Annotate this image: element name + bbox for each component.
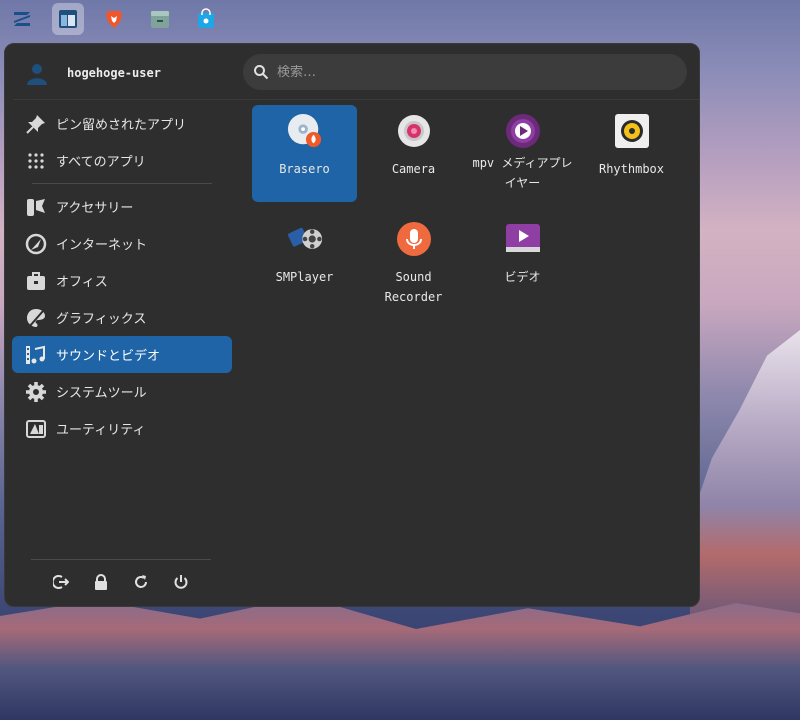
brave-browser-button[interactable] [98,3,130,35]
search-icon [254,65,269,80]
internet-icon [24,232,48,256]
brave-browser-icon [106,11,122,28]
accessories-icon [24,195,48,219]
rhythmbox-icon [614,113,650,149]
search-input[interactable] [277,64,657,80]
category-label: アクセサリー [56,201,134,216]
category-label: オフィス [56,275,108,290]
app-brasero[interactable]: Brasero [252,105,357,202]
app-rhythmbox[interactable]: Rhythmbox [579,105,684,202]
app-label: Rhythmbox [598,162,665,176]
category-sidebar: ピン留めされたアプリ すべてのアプリ アクセサリー インターネット オフィス グ… [12,105,232,447]
app-label: Brasero [279,162,330,176]
app-label: ビデオ [504,270,541,284]
mpv-icon [505,113,541,149]
category-internet[interactable]: インターネット [12,225,232,262]
category-sound-video[interactable]: サウンドとビデオ [12,336,232,373]
top-panel [0,0,800,38]
logout-icon [53,575,69,589]
app-label: SMPlayer [275,270,334,284]
app-camera[interactable]: Camera [361,105,466,202]
category-label: グラフィックス [56,312,147,327]
window-layout-icon [59,10,77,28]
user-avatar-icon [27,64,47,85]
category-label: ピン留めされたアプリ [56,118,187,133]
wallpaper-mountain-right [690,330,800,650]
category-label: システムツール [56,386,147,401]
office-briefcase-icon [24,269,48,293]
logout-button[interactable] [53,574,69,590]
brasero-disc-icon [287,113,323,149]
user-name: hogehoge-user [67,66,161,80]
files-button[interactable] [144,3,176,35]
sidebar-divider [32,183,212,184]
video-play-icon [505,221,541,257]
category-office[interactable]: オフィス [12,262,232,299]
microphone-icon [396,221,432,257]
software-store-button[interactable] [190,3,222,35]
category-label: サウンドとビデオ [56,349,161,364]
power-icon [174,575,188,589]
app-label: mpv メディアプレイヤー [472,156,573,190]
user-button[interactable]: hogehoge-user [25,58,161,88]
header-divider [13,99,699,100]
category-system-tools[interactable]: システムツール [12,373,232,410]
app-menu: hogehoge-user ピン留めされたアプリ すべてのアプリ [4,43,700,607]
category-pinned[interactable]: ピン留めされたアプリ [12,105,232,142]
gear-icon [24,380,48,404]
app-label: Sound Recorder [384,270,443,304]
file-cabinet-icon [151,11,169,28]
lock-button[interactable] [93,574,109,590]
camera-icon [396,113,432,149]
zorin-menu-button[interactable] [6,3,38,35]
session-actions [53,574,189,590]
category-utilities[interactable]: ユーティリティ [12,410,232,447]
app-mpv[interactable]: mpv メディアプレイヤー [470,105,575,202]
app-grid-icon [24,149,48,173]
smplayer-icon [287,221,323,257]
software-store-icon [198,8,214,28]
category-graphics[interactable]: グラフィックス [12,299,232,336]
app-smplayer[interactable]: SMPlayer [252,213,357,310]
search-box[interactable] [243,54,687,90]
window-layout-button[interactable] [52,3,84,35]
app-sound-recorder[interactable]: Sound Recorder [361,213,466,310]
power-button[interactable] [173,574,189,590]
pin-icon [24,112,48,136]
wallpaper-dunes [0,596,800,720]
restart-button[interactable] [133,574,149,590]
app-label: Camera [391,162,436,176]
sound-video-icon [24,343,48,367]
graphics-palette-icon [24,306,48,330]
category-all-apps[interactable]: すべてのアプリ [12,142,232,179]
category-label: すべてのアプリ [56,155,146,170]
lock-icon [95,574,107,590]
app-videos[interactable]: ビデオ [470,213,575,310]
footer-divider [31,559,211,560]
utilities-icon [24,417,48,441]
category-label: ユーティリティ [56,423,146,438]
category-accessories[interactable]: アクセサリー [12,188,232,225]
zorin-logo-icon [14,12,30,26]
category-label: インターネット [56,238,148,253]
restart-icon [135,575,147,588]
